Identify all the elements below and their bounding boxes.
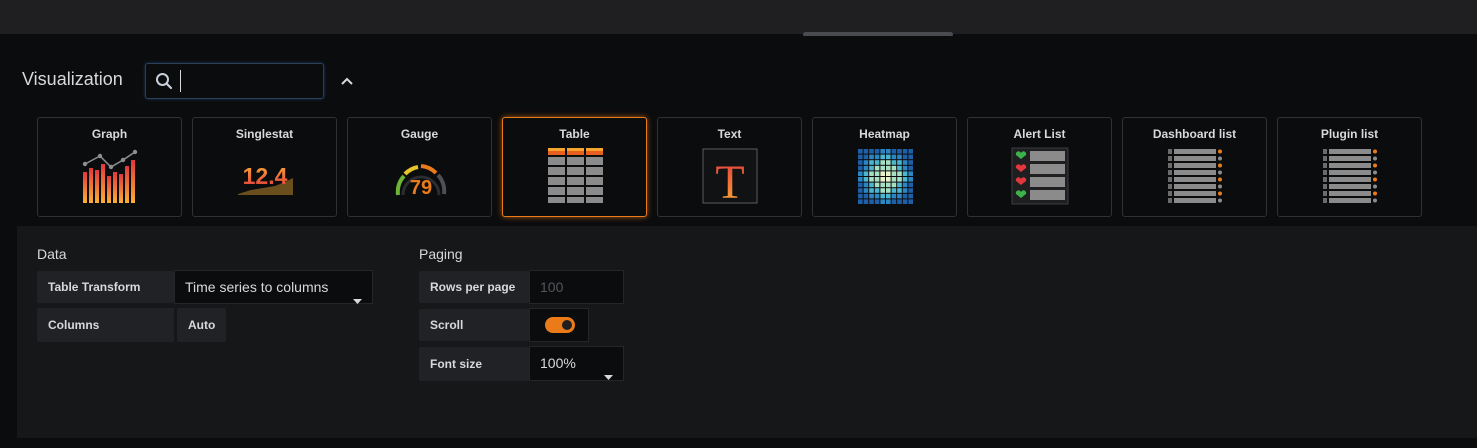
heatmap-icon [858,149,913,204]
table-transform-value: Time series to columns [185,279,329,295]
gauge-value: 79 [410,177,432,199]
graph-icon [82,149,138,203]
columns-label: Columns [37,308,174,342]
viz-card-alert-list[interactable]: Alert List [967,117,1112,217]
singlestat-value: 12.4 [243,163,288,189]
search-input[interactable] [180,70,321,92]
dashboard-list-icon [1168,149,1222,203]
viz-card-gauge[interactable]: Gauge 79 [347,117,492,217]
scroll-toggle-container [529,308,589,342]
viz-card-plugin-list[interactable]: Plugin list [1277,117,1422,217]
plugin-list-icon [1323,149,1377,203]
viz-card-text[interactable]: Text T [657,117,802,217]
visualization-search[interactable] [145,63,324,99]
scroll-label: Scroll [419,309,529,341]
text-glyph: T [715,156,744,209]
columns-auto-button[interactable]: Auto [177,308,227,342]
table-icon [548,148,603,203]
data-section-title: Data [37,246,67,262]
caret-down-icon [604,360,613,393]
rows-per-page-input[interactable]: 100 [529,270,624,304]
viz-card-dashboard-list[interactable]: Dashboard list [1122,117,1267,217]
alert-list-icon [1011,147,1069,205]
viz-card-heatmap[interactable]: Heatmap [812,117,957,217]
table-transform-label: Table Transform [37,271,174,303]
chevron-up-icon[interactable] [339,73,355,94]
font-size-label: Font size [419,347,529,381]
gauge-icon: 79 [395,164,447,199]
visualization-title: Visualization [22,69,123,89]
viz-card-singlestat[interactable]: Singlestat 12.4 [192,117,337,217]
viz-card-table[interactable]: Table [502,117,647,217]
rows-per-page-label: Rows per page [419,271,529,303]
font-size-value: 100% [540,355,576,371]
scroll-toggle[interactable] [545,317,575,333]
text-icon: T [702,148,758,209]
toggle-knob [562,320,572,330]
paging-section-title: Paging [419,246,463,262]
options-panel: Data Table Transform Time series to colu… [17,226,1477,438]
panel-preview-area [0,0,1477,34]
table-transform-select[interactable]: Time series to columns [174,270,373,304]
caret-down-icon [353,284,362,316]
singlestat-icon: 12.4 [238,163,293,195]
rows-per-page-placeholder: 100 [540,279,564,295]
font-size-select[interactable]: 100% [529,346,624,381]
search-icon [155,72,173,95]
viz-card-graph[interactable]: Graph [37,117,182,217]
